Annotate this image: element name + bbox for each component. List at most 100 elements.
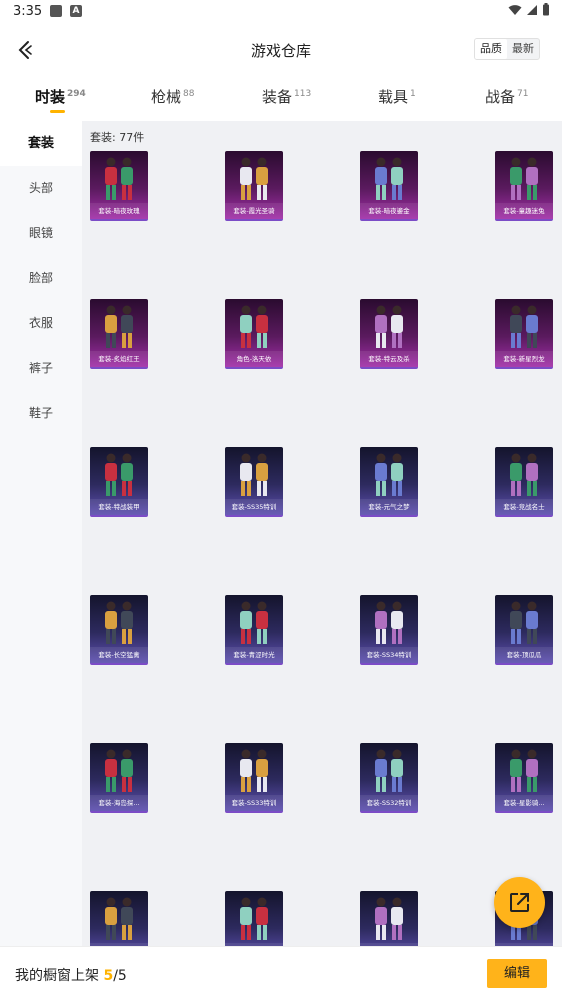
tab-label: 枪械 [151, 88, 182, 106]
item-card[interactable]: 套装-SS35特训 [225, 447, 283, 517]
sidebar-item-suits[interactable]: 套装 [0, 121, 82, 166]
item-card[interactable]: 套装-SS33特训 [225, 743, 283, 813]
outfit-thumbnail-icon [375, 601, 403, 644]
tab-equipment[interactable]: 装备 113 [262, 86, 311, 107]
item-card[interactable]: 套装-新星烈龙 [495, 299, 553, 369]
item-count-label: 套装: 77件 [90, 131, 145, 144]
bottom-bar: 我的橱窗上架 5/5 编辑 [0, 946, 562, 999]
outfit-thumbnail-icon [105, 305, 133, 348]
item-card-label: 套装-暗夜玫瑰 [90, 203, 148, 219]
tab-count: 294 [67, 89, 86, 99]
item-card[interactable] [90, 891, 148, 949]
item-card[interactable]: 套装-星影骑... [495, 743, 553, 813]
sidebar-item-head[interactable]: 头部 [0, 166, 82, 211]
item-card-label: 套装-长空猛禽 [90, 647, 148, 663]
item-card-label: 套装-SS33特训 [225, 795, 283, 811]
outfit-thumbnail-icon [240, 749, 268, 792]
sort-newest-button[interactable]: 最新 [507, 39, 539, 59]
item-card[interactable] [225, 891, 283, 949]
item-card[interactable]: 套装-暗夜玫瑰 [90, 151, 148, 221]
outfit-thumbnail-icon [105, 601, 133, 644]
outfit-thumbnail-icon [375, 157, 403, 200]
item-card[interactable]: 套装-元气之梦 [360, 447, 418, 517]
tab-label: 载具 [378, 88, 409, 106]
showcase-label: 我的橱窗上架 [15, 968, 99, 984]
tab-label: 时装 [35, 88, 66, 106]
tab-label: 战备 [485, 88, 516, 106]
outfit-thumbnail-icon [375, 453, 403, 496]
item-card[interactable]: 套装-特战装甲 [90, 447, 148, 517]
outfit-thumbnail-icon [510, 305, 538, 348]
item-content: 套装: 77件 套装-暗夜玫瑰 套装-霞光圣骑 套装-暗夜鎏金 套装-童趣迷兔套装-炙… [82, 121, 562, 949]
item-card-label: 套装-特云及杀 [360, 351, 418, 367]
item-card[interactable] [360, 891, 418, 949]
item-card[interactable]: 套装-顶瓜瓜 [495, 595, 553, 665]
sidebar-item-shoes[interactable]: 鞋子 [0, 391, 82, 436]
notification-icon [50, 5, 62, 17]
item-card-label: 套装-元气之梦 [360, 499, 418, 515]
outfit-thumbnail-icon [240, 453, 268, 496]
outfit-thumbnail-icon [510, 453, 538, 496]
sidebar-item-glasses[interactable]: 眼镜 [0, 211, 82, 256]
item-card[interactable]: 套装-长空猛禽 [90, 595, 148, 665]
showcase-total-count: 5 [117, 968, 127, 984]
status-time: 3:35 [13, 4, 43, 19]
item-card-label: 套装-SS35特训 [225, 499, 283, 515]
item-card[interactable]: 套装-特云及杀 [360, 299, 418, 369]
outfit-thumbnail-icon [105, 749, 133, 792]
status-icons [508, 3, 550, 16]
wifi-icon [508, 4, 522, 15]
outfit-thumbnail-icon [240, 157, 268, 200]
outfit-thumbnail-icon [375, 749, 403, 792]
outfit-thumbnail-icon [240, 305, 268, 348]
active-tab-indicator [50, 110, 65, 113]
outfit-thumbnail-icon [510, 157, 538, 200]
outfit-thumbnail-icon [105, 897, 133, 940]
share-fab-button[interactable] [494, 877, 545, 928]
item-card[interactable]: 套装-青涩时光 [225, 595, 283, 665]
sort-quality-button[interactable]: 品质 [475, 39, 507, 59]
item-card[interactable]: 套装-炙焰红王 [90, 299, 148, 369]
tab-vehicles[interactable]: 载具 1 [378, 86, 416, 107]
item-card[interactable]: 套装-SS34特训 [360, 595, 418, 665]
outfit-thumbnail-icon [240, 601, 268, 644]
item-card[interactable]: 套装-竞战名士 [495, 447, 553, 517]
item-card-label: 套装-新星烈龙 [495, 351, 553, 367]
item-card-label: 角色-洛天依 [225, 351, 283, 367]
sidebar-item-face[interactable]: 脸部 [0, 256, 82, 301]
tab-combat-gear[interactable]: 战备 71 [485, 86, 528, 107]
item-card-label: 套装-特战装甲 [90, 499, 148, 515]
tab-count: 88 [183, 89, 195, 99]
item-card[interactable]: 套装-暗夜鎏金 [360, 151, 418, 221]
item-card-label: 套装-星影骑... [495, 795, 553, 811]
outfit-thumbnail-icon [510, 601, 538, 644]
edit-button[interactable]: 编辑 [487, 959, 547, 988]
tab-fashion[interactable]: 时装 294 [35, 86, 86, 107]
tab-label: 装备 [262, 88, 293, 106]
tab-firearms[interactable]: 枪械 88 [151, 86, 194, 107]
showcase-status: 我的橱窗上架 5/5 [15, 965, 127, 985]
item-card[interactable]: 套装-海岛探... [90, 743, 148, 813]
app-notification-icon: A [70, 5, 82, 17]
item-card-label: 套装-SS34特训 [360, 647, 418, 663]
tab-count: 1 [410, 89, 416, 99]
item-card-label: 套装-童趣迷兔 [495, 203, 553, 219]
outfit-thumbnail-icon [105, 453, 133, 496]
item-card-label: 套装-SS32特训 [360, 795, 418, 811]
sidebar-item-pants[interactable]: 裤子 [0, 346, 82, 391]
item-card[interactable]: 套装-霞光圣骑 [225, 151, 283, 221]
item-card-label: 套装-暗夜鎏金 [360, 203, 418, 219]
item-card-label: 套装-竞战名士 [495, 499, 553, 515]
battery-icon [543, 3, 549, 16]
item-card-label: 套装-炙焰红王 [90, 351, 148, 367]
status-bar: 3:35 A [0, 0, 562, 24]
sidebar-item-clothes[interactable]: 衣服 [0, 301, 82, 346]
category-tabs: 时装 294 枪械 88 装备 113 载具 1 战备 71 [0, 80, 562, 118]
item-card-label: 套装-海岛探... [90, 795, 148, 811]
item-card-label: 套装-青涩时光 [225, 647, 283, 663]
item-card-label: 套装-顶瓜瓜 [495, 647, 553, 663]
header: 游戏仓库 品质 最新 [0, 26, 562, 74]
item-card[interactable]: 套装-SS32特训 [360, 743, 418, 813]
item-card[interactable]: 角色-洛天依 [225, 299, 283, 369]
item-card[interactable]: 套装-童趣迷兔 [495, 151, 553, 221]
